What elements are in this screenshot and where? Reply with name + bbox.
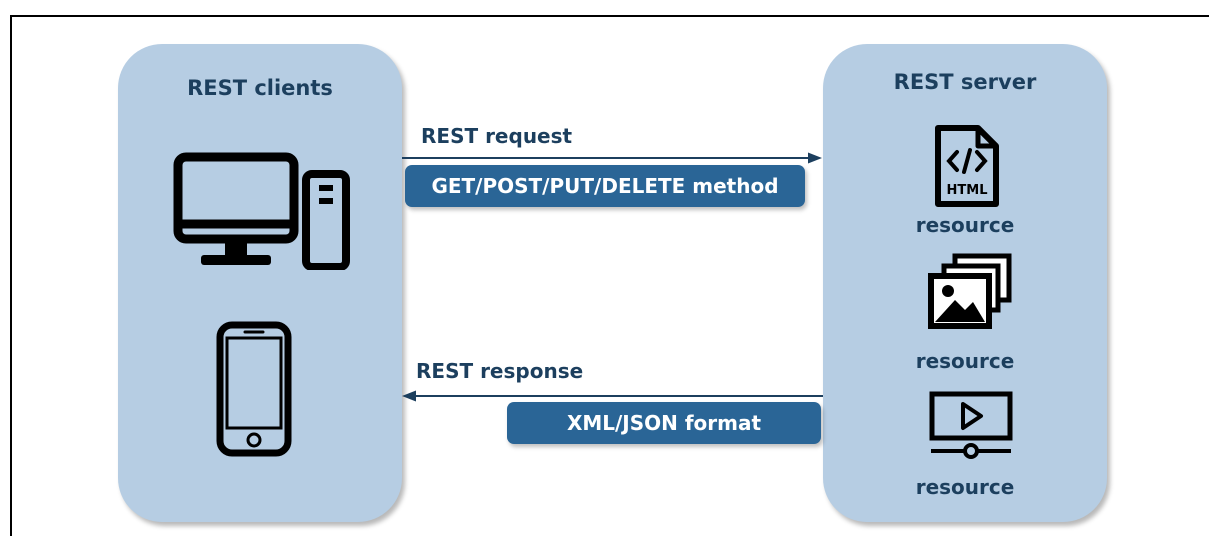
resource-label-html: resource <box>915 213 1015 237</box>
frame-border-top <box>10 15 1209 17</box>
request-arrow <box>402 152 822 164</box>
request-method-badge: GET/POST/PUT/DELETE method <box>405 165 805 207</box>
desktop-computer-icon <box>173 152 350 270</box>
rest-server-title: REST server <box>893 70 1037 94</box>
smartphone-icon <box>216 321 292 457</box>
rest-response-label: REST response <box>416 359 584 383</box>
image-stack-icon <box>928 253 1012 329</box>
resource-label-image: resource <box>915 349 1015 373</box>
rest-request-label: REST request <box>421 124 573 148</box>
rest-clients-panel: REST clients <box>118 44 402 522</box>
html-icon-text: HTML <box>947 183 988 198</box>
html-file-icon: HTML <box>935 125 999 207</box>
resource-label-video: resource <box>915 475 1015 499</box>
video-player-icon <box>929 391 1013 459</box>
response-arrow <box>402 390 823 402</box>
rest-server-panel: REST server HTML resource resource resou… <box>823 44 1107 522</box>
rest-clients-title: REST clients <box>187 76 333 100</box>
response-format-badge: XML/JSON format <box>507 402 821 444</box>
frame-border-left <box>10 15 12 536</box>
